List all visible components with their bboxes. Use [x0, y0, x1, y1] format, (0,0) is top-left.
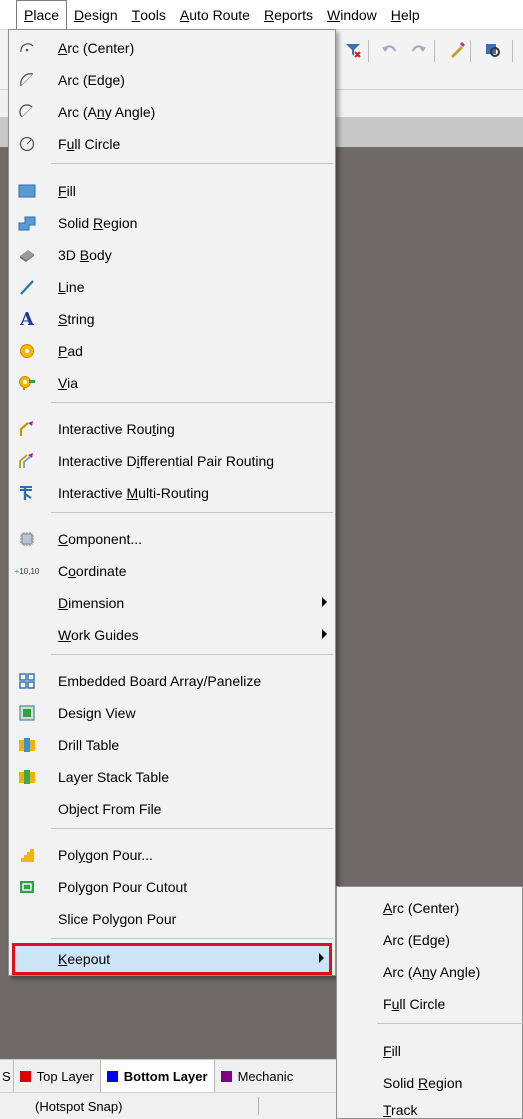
menu-item-design-view[interactable]: Design View	[9, 697, 335, 729]
menu-separator	[51, 512, 333, 513]
component-icon	[18, 530, 36, 548]
keepout-submenu: Arc (Center) Arc (Edge) Arc (Any Angle) …	[336, 886, 523, 1119]
line-icon	[18, 278, 36, 296]
submenu-item-arc-any-angle[interactable]: Arc (Any Angle)	[337, 956, 523, 988]
string-icon: A	[20, 308, 34, 330]
menu-item-line[interactable]: Line	[9, 271, 335, 303]
menu-item-interactive-differential-pair-routing[interactable]: Interactive Differential Pair Routing	[9, 445, 335, 477]
menu-separator	[51, 402, 333, 403]
submenu-item-fill[interactable]: Fill	[337, 1035, 523, 1067]
menu-item-fill[interactable]: Fill	[9, 175, 335, 207]
menu-auto-route[interactable]: Auto Route	[173, 0, 257, 29]
menu-place[interactable]: Place	[16, 0, 68, 30]
menu-item-full-circle[interactable]: Full Circle	[9, 128, 335, 160]
menu-separator	[51, 938, 333, 939]
menu-item-slice-polygon-pour[interactable]: Slice Polygon Pour	[9, 903, 335, 935]
redo-icon[interactable]	[406, 38, 432, 62]
multi-routing-icon	[18, 484, 36, 502]
menu-item-work-guides[interactable]: Work Guides	[9, 619, 335, 651]
menu-bar: Place Design Tools Auto Route Reports Wi…	[0, 0, 523, 30]
status-divider	[258, 1097, 259, 1115]
menu-item-embedded-board-array[interactable]: Embedded Board Array/Panelize	[9, 665, 335, 697]
menu-design[interactable]: Design	[67, 0, 125, 29]
drill-table-icon	[18, 736, 36, 754]
menu-item-dimension[interactable]: Dimension	[9, 587, 335, 619]
menu-separator	[51, 654, 333, 655]
layer-color-swatch	[19, 1070, 31, 1082]
menu-item-arc-center[interactable]: Arc (Center)	[9, 32, 335, 64]
menu-item-arc-any-angle[interactable]: Arc (Any Angle)	[9, 96, 335, 128]
layer-color-swatch	[220, 1070, 232, 1082]
differential-pair-routing-icon	[18, 452, 36, 470]
submenu-arrow-icon	[322, 597, 327, 607]
menu-item-keepout[interactable]: Keepout	[12, 943, 332, 975]
layer-tab-top-layer[interactable]: Top Layer	[14, 1060, 101, 1092]
pad-icon	[18, 342, 36, 360]
coordinate-icon: +10,10	[14, 566, 40, 576]
menu-window[interactable]: Window	[320, 0, 384, 29]
menu-item-object-from-file[interactable]: Object From File	[9, 793, 335, 825]
menu-item-component[interactable]: Component...	[9, 523, 335, 555]
menu-tools[interactable]: Tools	[125, 0, 173, 29]
menu-item-arc-edge[interactable]: Arc (Edge)	[9, 64, 335, 96]
arc-edge-icon	[18, 71, 36, 89]
undo-icon[interactable]	[376, 38, 402, 62]
polygon-pour-icon	[18, 846, 36, 864]
board-array-icon	[18, 672, 36, 690]
filter-clear-icon[interactable]	[340, 38, 366, 62]
3d-body-icon	[18, 246, 36, 264]
interactive-routing-icon	[18, 420, 36, 438]
menu-item-3d-body[interactable]: 3D Body	[9, 239, 335, 271]
menu-item-interactive-routing[interactable]: Interactive Routing	[9, 413, 335, 445]
menu-item-drill-table[interactable]: Drill Table	[9, 729, 335, 761]
layer-tab-bottom-layer[interactable]: Bottom Layer	[100, 1060, 215, 1092]
menu-item-coordinate[interactable]: +10,10 Coordinate	[9, 555, 335, 587]
layer-color-swatch	[106, 1070, 118, 1082]
arc-center-icon	[18, 39, 36, 57]
submenu-arrow-icon	[322, 629, 327, 639]
place-menu: Arc (Center) Arc (Edge) Arc (Any Angle) …	[8, 29, 336, 976]
menu-item-string[interactable]: A String	[9, 303, 335, 335]
layer-stack-table-icon	[18, 768, 36, 786]
menu-separator	[51, 163, 333, 164]
menu-item-polygon-pour-cutout[interactable]: Polygon Pour Cutout	[9, 871, 335, 903]
menu-separator	[377, 1023, 523, 1024]
submenu-item-track[interactable]: Track	[337, 1094, 523, 1119]
highlight-icon[interactable]	[444, 38, 470, 62]
menu-item-pad[interactable]: Pad	[9, 335, 335, 367]
submenu-item-full-circle[interactable]: Full Circle	[337, 988, 523, 1020]
layer-tab-mechanical[interactable]: Mechanic	[215, 1060, 300, 1092]
menu-item-via[interactable]: Via	[9, 367, 335, 399]
zoom-icon[interactable]	[480, 38, 506, 62]
layer-tab-partial[interactable]: S	[0, 1060, 14, 1092]
menu-item-interactive-multi-routing[interactable]: Interactive Multi-Routing	[9, 477, 335, 509]
submenu-item-arc-center[interactable]: Arc (Center)	[337, 892, 523, 924]
solid-region-icon	[18, 214, 36, 232]
via-icon	[18, 374, 36, 392]
fill-icon	[18, 182, 36, 200]
status-text: (Hotspot Snap)	[35, 1099, 123, 1114]
menu-item-polygon-pour[interactable]: Polygon Pour...	[9, 839, 335, 871]
submenu-arrow-icon	[319, 953, 324, 963]
menu-help[interactable]: Help	[384, 0, 427, 29]
menu-item-layer-stack-table[interactable]: Layer Stack Table	[9, 761, 335, 793]
menu-reports[interactable]: Reports	[257, 0, 320, 29]
arc-any-angle-icon	[18, 103, 36, 121]
full-circle-icon	[18, 135, 36, 153]
menu-item-solid-region[interactable]: Solid Region	[9, 207, 335, 239]
submenu-item-arc-edge[interactable]: Arc (Edge)	[337, 924, 523, 956]
design-view-icon	[18, 704, 36, 722]
menu-separator	[51, 828, 333, 829]
polygon-pour-cutout-icon	[18, 878, 36, 896]
